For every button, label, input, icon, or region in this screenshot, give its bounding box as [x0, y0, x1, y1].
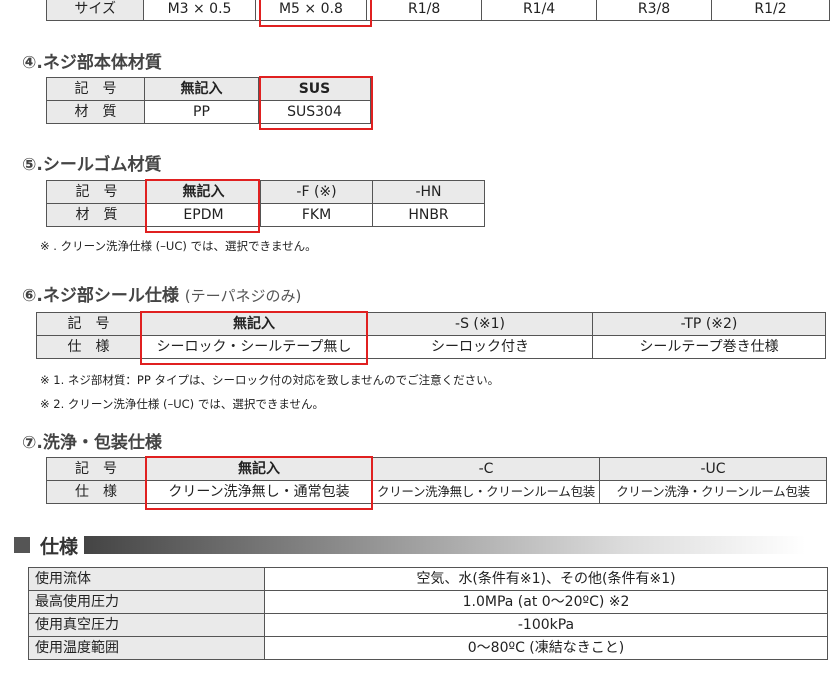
- section5-note: ※ . クリーン洗浄仕様 (–UC) では、選択できません。: [40, 239, 317, 253]
- spec-cell: クリーン洗浄・クリーンルーム包装: [599, 480, 827, 504]
- spec-label: 仕 様: [36, 335, 141, 359]
- table-row: 使用流体 空気、水(条件有※1)、その他(条件有※1): [28, 567, 828, 591]
- section6-note1: ※ 1. ネジ部材質：PP タイプは、シーロック付の対応を致しませんのでご注意く…: [40, 373, 500, 387]
- table-row: 材 質 PP SUS304: [46, 100, 371, 124]
- spec-row-value: 0～80ºC (凍結なきこと): [264, 636, 828, 660]
- thread-seal-table: 記 号 無記入 -S (※1) -TP (※2) 仕 様 シーロック・シールテー…: [36, 312, 826, 359]
- cleaning-packing-table: 記 号 無記入 -C -UC 仕 様 クリーン洗浄無し・通常包装 クリーン洗浄無…: [46, 457, 827, 504]
- table-row: サイズ M3 × 0.5 M5 × 0.8 R1/8 R1/4 R3/8 R1/…: [45, 0, 830, 21]
- code-label: 記 号: [46, 180, 147, 204]
- material-cell: EPDM: [146, 203, 261, 227]
- spec-cell: シーロック・シールテープ無し: [140, 335, 368, 359]
- table-row: 記 号 無記入 -C -UC: [46, 457, 827, 481]
- code-label: 記 号: [36, 312, 141, 336]
- spec-row-label: 使用温度範囲: [28, 636, 265, 660]
- size-cell: M5 × 0.8: [254, 0, 368, 21]
- code-label: 記 号: [46, 77, 145, 101]
- section7-title: ⑦.洗浄・包装仕様: [22, 433, 162, 453]
- table-row: 記 号 無記入 SUS: [46, 77, 371, 101]
- seal-rubber-table: 記 号 無記入 -F (※) -HN 材 質 EPDM FKM HNBR: [46, 180, 485, 227]
- spec-cell: シールテープ巻き仕様: [592, 335, 826, 359]
- table-row: 仕 様 シーロック・シールテープ無し シーロック付き シールテープ巻き仕様: [36, 335, 826, 359]
- table-row: 使用温度範囲 0～80ºC (凍結なきこと): [28, 636, 828, 660]
- code-cell: 無記入: [144, 77, 259, 101]
- section6-note2: ※ 2. クリーン洗浄仕様 (–UC) では、選択できません。: [40, 397, 324, 411]
- section4-title: ④.ネジ部本体材質: [22, 53, 162, 73]
- table-row: 記 号 無記入 -S (※1) -TP (※2): [36, 312, 826, 336]
- code-cell: -S (※1): [367, 312, 593, 336]
- material-cell: SUS304: [258, 100, 371, 124]
- table-row: 最高使用圧力 1.0MPa (at 0～20ºC) ※2: [28, 590, 828, 614]
- spec-row-value: 空気、水(条件有※1)、その他(条件有※1): [264, 567, 828, 591]
- spec-cell: クリーン洗浄無し・通常包装: [145, 480, 373, 504]
- material-cell: PP: [144, 100, 259, 124]
- spec-table: 使用流体 空気、水(条件有※1)、その他(条件有※1) 最高使用圧力 1.0MP…: [28, 567, 828, 660]
- spec-row-value: -100kPa: [264, 613, 828, 637]
- spec-cell: クリーン洗浄無し・クリーンルーム包装: [372, 480, 600, 504]
- material-label: 材 質: [46, 100, 145, 124]
- code-cell: 無記入: [145, 457, 373, 481]
- material-cell: HNBR: [372, 203, 485, 227]
- section6-title: ⑥.ネジ部シール仕様 (テーパネジのみ): [22, 281, 301, 306]
- body-material-table: 記 号 無記入 SUS 材 質 PP SUS304: [46, 77, 371, 124]
- table-row: 記 号 無記入 -F (※) -HN: [46, 180, 485, 204]
- size-cell: R1/4: [481, 0, 598, 21]
- table-row: 材 質 EPDM FKM HNBR: [46, 203, 485, 227]
- section5-title: ⑤.シールゴム材質: [22, 155, 162, 175]
- spec-header: 仕様: [14, 531, 807, 559]
- spec-row-value: 1.0MPa (at 0～20ºC) ※2: [264, 590, 828, 614]
- code-label: 記 号: [46, 457, 146, 481]
- code-cell: 無記入: [146, 180, 261, 204]
- code-cell: 無記入: [140, 312, 368, 336]
- size-label: サイズ: [45, 0, 145, 21]
- code-cell: -C: [372, 457, 600, 481]
- gradient-bar: [84, 536, 807, 554]
- square-bullet-icon: [14, 537, 30, 553]
- material-label: 材 質: [46, 203, 147, 227]
- size-cell: R1/8: [366, 0, 483, 21]
- table-row: 仕 様 クリーン洗浄無し・通常包装 クリーン洗浄無し・クリーンルーム包装 クリー…: [46, 480, 827, 504]
- spec-title: 仕様: [40, 535, 79, 558]
- code-cell: -UC: [599, 457, 827, 481]
- code-cell: SUS: [258, 77, 371, 101]
- material-cell: FKM: [260, 203, 373, 227]
- spec-label: 仕 様: [46, 480, 146, 504]
- section6-title-text: ⑥.ネジ部シール仕様: [22, 286, 179, 306]
- size-cell: R1/2: [711, 0, 830, 21]
- size-cell: M3 × 0.5: [143, 0, 256, 21]
- section6-subtitle: (テーパネジのみ): [184, 287, 302, 305]
- spec-row-label: 使用流体: [28, 567, 265, 591]
- table-row: 使用真空圧力 -100kPa: [28, 613, 828, 637]
- spec-row-label: 最高使用圧力: [28, 590, 265, 614]
- code-cell: -HN: [372, 180, 485, 204]
- size-cell: R3/8: [596, 0, 713, 21]
- spec-cell: シーロック付き: [367, 335, 593, 359]
- size-table: サイズ M3 × 0.5 M5 × 0.8 R1/8 R1/4 R3/8 R1/…: [45, 0, 830, 21]
- code-cell: -F (※): [260, 180, 373, 204]
- code-cell: -TP (※2): [592, 312, 826, 336]
- spec-row-label: 使用真空圧力: [28, 613, 265, 637]
